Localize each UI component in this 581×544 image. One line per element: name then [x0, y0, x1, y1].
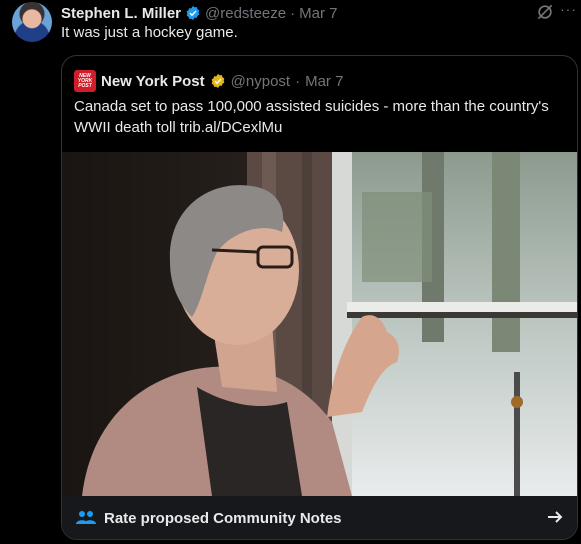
tweet-date[interactable]: Mar 7: [299, 5, 337, 22]
author-handle[interactable]: @redsteeze: [205, 5, 286, 22]
tweet-text: It was just a hockey game.: [61, 24, 238, 41]
author-avatar[interactable]: [12, 2, 52, 42]
grok-icon[interactable]: [535, 2, 555, 22]
dot-separator: ·: [290, 4, 296, 22]
community-notes-label[interactable]: Rate proposed Community Notes: [104, 510, 342, 527]
arrow-right-icon[interactable]: [545, 507, 565, 527]
quoted-date[interactable]: Mar 7: [305, 73, 343, 90]
nypost-logo[interactable]: NEW YORK POST: [74, 70, 96, 92]
logo-text-line: POST: [78, 82, 92, 89]
article-photo[interactable]: [62, 152, 577, 496]
quoted-tweet-text: Canada set to pass 100,000 assisted suic…: [74, 98, 549, 136]
community-notes-bar[interactable]: Rate proposed Community Notes: [62, 496, 577, 539]
quoted-tweet-header: NEW YORK POST New York Post @nypost · Ma…: [74, 70, 343, 92]
quoted-tweet[interactable]: NEW YORK POST New York Post @nypost · Ma…: [61, 55, 578, 540]
author-name[interactable]: Stephen L. Miller: [61, 5, 181, 22]
verified-badge-icon[interactable]: [185, 5, 201, 21]
quoted-author-handle[interactable]: @nypost: [231, 73, 290, 90]
people-icon: [76, 511, 96, 524]
more-options-icon[interactable]: ···: [560, 1, 577, 17]
gold-verified-badge-icon[interactable]: [210, 73, 226, 89]
dot-separator: ·: [295, 72, 301, 90]
tweet-header: Stephen L. Miller @redsteeze · Mar 7: [61, 3, 337, 23]
quoted-author-name[interactable]: New York Post: [101, 73, 205, 90]
